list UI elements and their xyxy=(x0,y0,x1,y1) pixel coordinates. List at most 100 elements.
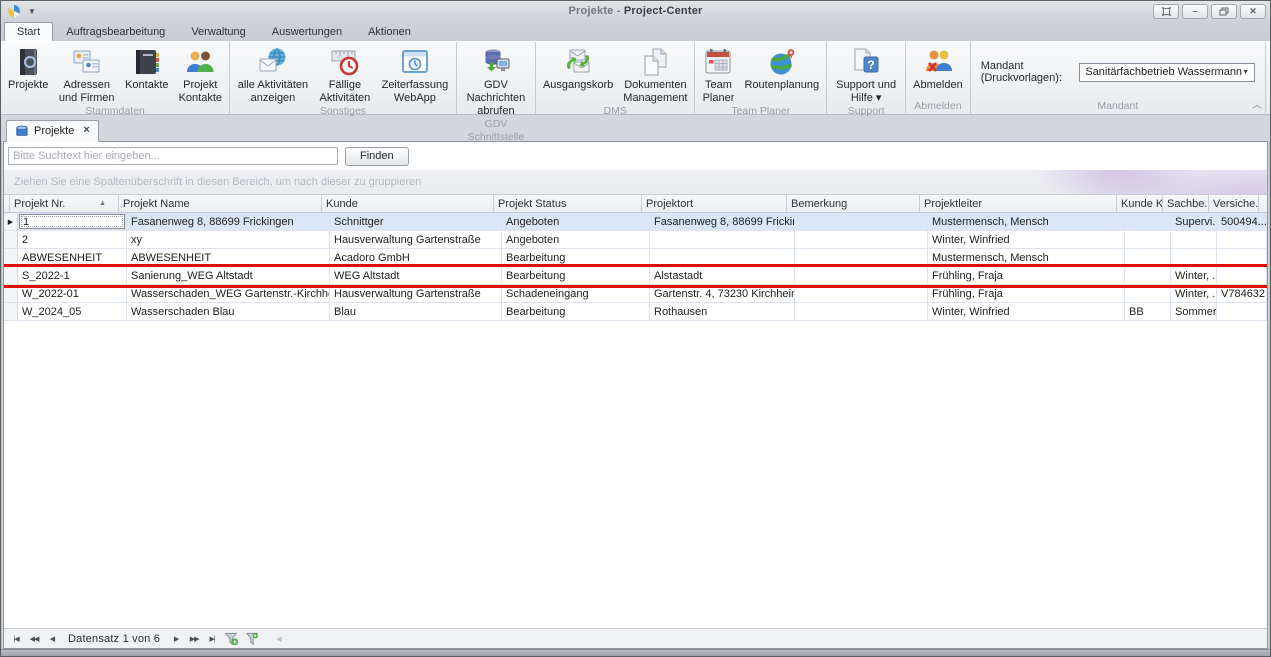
cell-sachbe[interactable]: Sommer... xyxy=(1171,303,1217,320)
cell-bemerkung[interactable] xyxy=(795,267,928,284)
filter-edit-icon[interactable] xyxy=(242,631,260,647)
cell-bemerkung[interactable] xyxy=(795,285,928,302)
cell-versiche[interactable] xyxy=(1217,303,1267,320)
ribbon-button-dokumenten-management[interactable]: Dokumenten Management xyxy=(618,44,692,105)
group-by-panel[interactable]: Ziehen Sie eine Spaltenüberschrift in di… xyxy=(4,170,1267,195)
ribbon-button-alle-aktivitäten-anzeigen[interactable]: alle Aktivitäten anzeigen xyxy=(232,44,314,105)
cell-projektleiter[interactable]: Frühling, Fraja xyxy=(928,267,1125,284)
find-button[interactable]: Finden xyxy=(345,147,409,166)
table-row[interactable]: W_2024_05Wasserschaden BlauBlauBearbeitu… xyxy=(4,303,1267,321)
ribbon-button-projekt-kontakte[interactable]: Projekt Kontakte xyxy=(174,44,228,105)
cell-sachbe[interactable]: Winter, ... xyxy=(1171,285,1217,302)
column-header-projekt-status[interactable]: Projekt Status xyxy=(494,195,642,212)
cell-projektort[interactable]: Gartenstr. 4, 73230 Kirchheim xyxy=(650,285,795,302)
cell-projekt-status[interactable]: Bearbeitung xyxy=(502,303,650,320)
cell-projekt-status[interactable]: Schadeneingang xyxy=(502,285,650,302)
row-selector[interactable]: ▶ xyxy=(4,213,18,230)
column-header-kunde-k[interactable]: Kunde K... xyxy=(1117,195,1163,212)
ribbon-button-routenplanung[interactable]: Routenplanung xyxy=(739,44,824,92)
cell-bemerkung[interactable] xyxy=(795,303,928,320)
ribbon-button-gdv-nachrichten-abrufen[interactable]: GDV Nachrichten abrufen xyxy=(459,44,533,118)
search-input[interactable] xyxy=(8,147,338,165)
cell-kunde[interactable]: WEG Altstadt xyxy=(330,267,502,284)
cell-sachbe[interactable]: Supervi... xyxy=(1171,213,1217,230)
ribbon-tab-aktionen[interactable]: Aktionen xyxy=(355,22,424,41)
row-selector[interactable] xyxy=(4,231,18,248)
cell-kunde[interactable]: Hausverwaltung Gartenstraße xyxy=(330,231,502,248)
cell-versiche[interactable] xyxy=(1217,231,1267,248)
cell-projektort[interactable] xyxy=(650,231,795,248)
minimize-button[interactable]: – xyxy=(1182,4,1208,19)
fit-window-button[interactable] xyxy=(1153,4,1179,19)
row-selector[interactable] xyxy=(4,249,18,266)
column-header-sachbe[interactable]: Sachbe... xyxy=(1163,195,1209,212)
cell-projektort[interactable]: Rothausen xyxy=(650,303,795,320)
ribbon-button-adressen-und-firmen[interactable]: Adressen und Firmen xyxy=(53,44,120,105)
cell-projekt-name[interactable]: Fasanenweg 8, 88699 Frickingen xyxy=(127,213,330,230)
row-selector[interactable] xyxy=(4,285,18,302)
table-row[interactable]: ▶1Fasanenweg 8, 88699 FrickingenSchnittg… xyxy=(4,213,1267,231)
cell-versiche[interactable] xyxy=(1217,267,1267,284)
ribbon-tab-verwaltung[interactable]: Verwaltung xyxy=(178,22,258,41)
hscroll-left-icon[interactable]: ◀ xyxy=(276,635,281,643)
ribbon-button-projekte[interactable]: Projekte xyxy=(3,44,53,92)
cell-projektleiter[interactable]: Winter, Winfried xyxy=(928,231,1125,248)
table-row[interactable]: W_2022-01Wasserschaden_WEG Gartenstr.-Ki… xyxy=(4,285,1267,303)
cell-projekt-name[interactable]: ABWESENHEIT xyxy=(127,249,330,266)
cell-kunde[interactable]: Schnittger xyxy=(330,213,502,230)
cell-projektleiter[interactable]: Winter, Winfried xyxy=(928,303,1125,320)
table-row[interactable]: ABWESENHEITABWESENHEITAcadoro GmbHBearbe… xyxy=(4,249,1267,267)
cell-kunde[interactable]: Hausverwaltung Gartenstraße xyxy=(330,285,502,302)
column-header-projekt-nr[interactable]: Projekt Nr.▲ xyxy=(10,195,119,212)
cell-projekt-nr[interactable]: W_2024_05 xyxy=(18,303,127,320)
cell-projekt-status[interactable]: Angeboten xyxy=(502,231,650,248)
quick-access-dropdown-icon[interactable]: ▼ xyxy=(25,5,39,17)
tab-projekte[interactable]: Projekte × xyxy=(6,120,99,142)
cell-bemerkung[interactable] xyxy=(795,249,928,266)
cell-projekt-nr[interactable]: 1 xyxy=(18,213,127,230)
cell-projekt-name[interactable]: xy xyxy=(127,231,330,248)
collapse-ribbon-icon[interactable]: ︿ xyxy=(1252,96,1262,111)
cell-projekt-name[interactable]: Sanierung_WEG Altstadt xyxy=(127,267,330,284)
cell-projektort[interactable] xyxy=(650,249,795,266)
restore-button[interactable] xyxy=(1211,4,1237,19)
cell-kunde-k[interactable] xyxy=(1125,249,1171,266)
cell-projekt-name[interactable]: Wasserschaden Blau xyxy=(127,303,330,320)
cell-versiche[interactable] xyxy=(1217,249,1267,266)
cell-projektleiter[interactable]: Mustermensch, Mensch xyxy=(928,213,1125,230)
cell-sachbe[interactable] xyxy=(1171,231,1217,248)
ribbon-button-ausgangskorb[interactable]: Ausgangskorb xyxy=(538,44,618,92)
cell-kunde-k[interactable] xyxy=(1125,267,1171,284)
cell-versiche[interactable]: V784632 xyxy=(1217,285,1267,302)
cell-projekt-status[interactable]: Angeboten xyxy=(502,213,650,230)
ribbon-tab-auswertungen[interactable]: Auswertungen xyxy=(259,22,355,41)
column-header-projektort[interactable]: Projektort xyxy=(642,195,787,212)
cell-kunde-k[interactable] xyxy=(1125,285,1171,302)
ribbon-button-zeiterfassung-webapp[interactable]: Zeiterfassung WebApp xyxy=(376,44,454,105)
tab-close-icon[interactable]: × xyxy=(83,125,89,136)
cell-projektort[interactable]: Fasanenweg 8, 88699 Frickingen xyxy=(650,213,795,230)
cell-projekt-name[interactable]: Wasserschaden_WEG Gartenstr.-Kirchheim xyxy=(127,285,330,302)
cell-projekt-nr[interactable]: W_2022-01 xyxy=(18,285,127,302)
cell-kunde-k[interactable] xyxy=(1125,231,1171,248)
cell-kunde[interactable]: Acadoro GmbH xyxy=(330,249,502,266)
last-record-button[interactable]: ▶| xyxy=(204,631,220,647)
cell-projekt-status[interactable]: Bearbeitung xyxy=(502,249,650,266)
table-row[interactable]: S_2022-1Sanierung_WEG AltstadtWEG Altsta… xyxy=(4,267,1267,285)
cell-projektleiter[interactable]: Mustermensch, Mensch xyxy=(928,249,1125,266)
cell-kunde[interactable]: Blau xyxy=(330,303,502,320)
close-button[interactable]: ✕ xyxy=(1240,4,1266,19)
next-page-button[interactable]: ▶▶ xyxy=(186,631,202,647)
ribbon-button-support-und-hilfe[interactable]: ?Support und Hilfe ▾ xyxy=(829,44,903,105)
cell-kunde-k[interactable]: BB xyxy=(1125,303,1171,320)
ribbon-button-kontakte[interactable]: Kontakte xyxy=(120,44,173,92)
column-header-versiche[interactable]: Versiche... xyxy=(1209,195,1259,212)
mandant-select[interactable]: Sanitärfachbetrieb Wassermann▼ xyxy=(1079,63,1255,82)
column-header-bemerkung[interactable]: Bemerkung xyxy=(787,195,920,212)
cell-kunde-k[interactable] xyxy=(1125,213,1171,230)
ribbon-button-fällige-aktivitäten[interactable]: Fällige Aktivitäten xyxy=(314,44,376,105)
ribbon-tab-start[interactable]: Start xyxy=(4,22,53,41)
cell-editor[interactable]: 1 xyxy=(19,214,125,229)
cell-projektort[interactable]: Alstastadt xyxy=(650,267,795,284)
cell-projekt-nr[interactable]: ABWESENHEIT xyxy=(18,249,127,266)
